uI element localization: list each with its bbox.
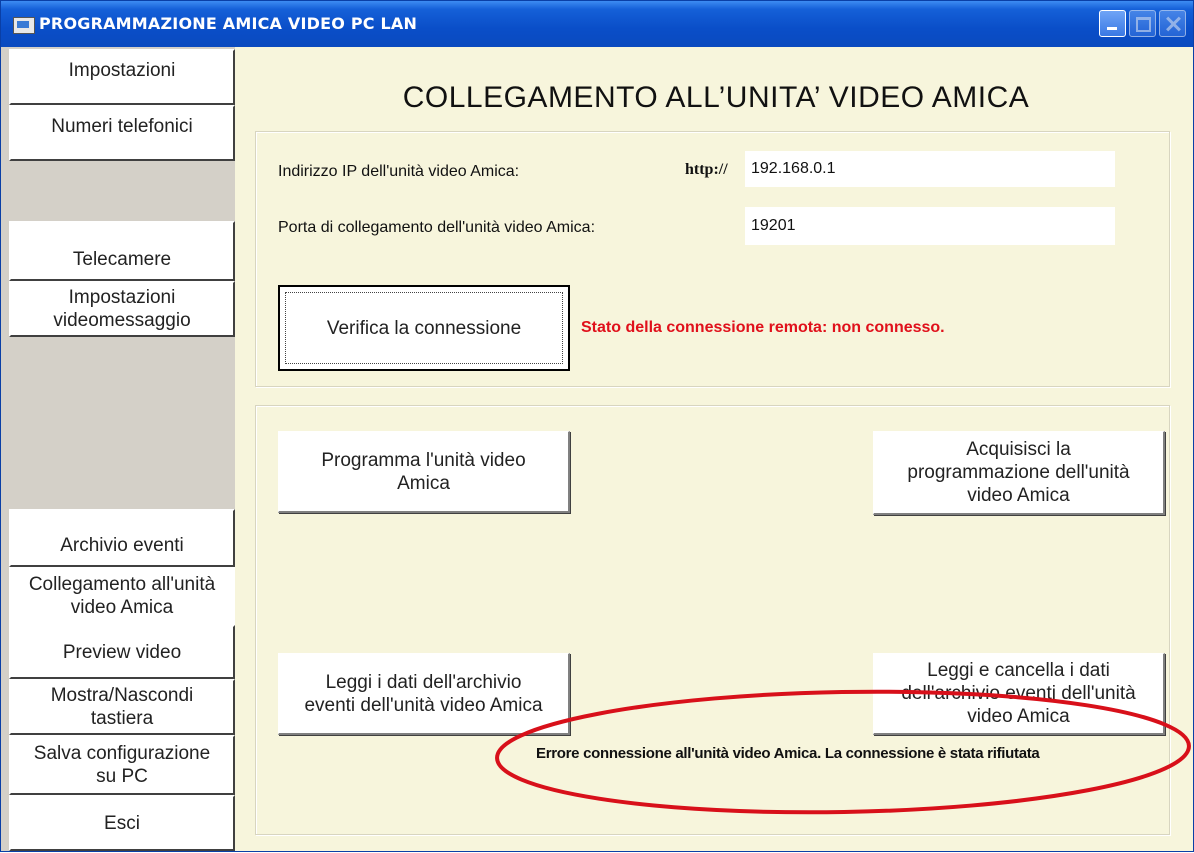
sidebar-item-label: Preview video	[62, 641, 182, 663]
sidebar-item-label: Impostazioni videomessaggio	[53, 287, 191, 331]
application-window: PROGRAMMAZIONE AMICA VIDEO PC LAN Impost…	[0, 0, 1194, 852]
sidebar-item-label: Collegamento all'unità video Amica	[28, 574, 216, 618]
page-title: COLLEGAMENTO ALL’UNITA’ VIDEO AMICA	[402, 81, 1030, 114]
acquire-programming-button[interactable]: Acquisisci la programmazione dell'unità …	[873, 431, 1165, 515]
http-prefix-label: http://	[685, 161, 728, 178]
verify-connection-button[interactable]: Verifica la connessione	[278, 285, 570, 371]
port-input[interactable]	[745, 207, 1115, 245]
port-label: Porta di collegamento dell'unità video A…	[278, 219, 596, 236]
close-icon[interactable]	[1159, 10, 1186, 37]
sidebar-item-label: Impostazioni	[68, 60, 176, 81]
ip-address-input[interactable]	[745, 151, 1115, 187]
sidebar-item-label: Esci	[104, 812, 140, 834]
connection-status-text: Stato della connessione remota: non conn…	[581, 319, 945, 336]
app-icon	[13, 17, 35, 34]
sidebar-item-label: Numeri telefonici	[51, 116, 193, 137]
title-bar[interactable]: PROGRAMMAZIONE AMICA VIDEO PC LAN	[1, 1, 1193, 47]
read-archive-button[interactable]: Leggi i dati dell'archivio eventi dell'u…	[278, 653, 570, 735]
sidebar-item-preview-video[interactable]: Preview video	[9, 625, 235, 679]
sidebar-item-label: Telecamere	[72, 249, 172, 270]
sidebar-item-impostazioni[interactable]: Impostazioni	[9, 49, 235, 105]
window-title: PROGRAMMAZIONE AMICA VIDEO PC LAN	[39, 14, 418, 33]
sidebar-item-label: Archivio eventi	[60, 535, 184, 556]
sidebar-item-telecamere[interactable]: Telecamere	[9, 221, 235, 281]
sidebar-item-label: Salva configurazione su PC	[33, 743, 211, 787]
connection-error-message: Errore connessione all'unità video Amica…	[536, 745, 1040, 762]
sidebar-item-esci[interactable]: Esci	[9, 795, 235, 851]
sidebar-item-numeri-telefonici[interactable]: Numeri telefonici	[9, 105, 235, 161]
sidebar-item-label: Mostra/Nascondi tastiera	[50, 685, 194, 729]
maximize-icon[interactable]	[1129, 10, 1156, 37]
program-unit-button[interactable]: Programma l'unità video Amica	[278, 431, 570, 513]
sidebar-item-salva-configurazione[interactable]: Salva configurazione su PC	[9, 735, 235, 795]
sidebar-item-impostazioni-videomessaggio[interactable]: Impostazioni videomessaggio	[9, 281, 235, 337]
sidebar-item-collegamento[interactable]: Collegamento all'unità video Amica	[9, 567, 235, 625]
sidebar: Impostazioni Numeri telefonici Telecamer…	[1, 47, 235, 851]
ip-address-label: Indirizzo IP dell'unità video Amica:	[278, 163, 520, 180]
sidebar-item-mostra-nascondi-tastiera[interactable]: Mostra/Nascondi tastiera	[9, 679, 235, 735]
sidebar-item-archivio-eventi[interactable]: Archivio eventi	[9, 509, 235, 567]
minimize-icon[interactable]	[1099, 10, 1126, 37]
read-delete-archive-button[interactable]: Leggi e cancella i dati dell'archivio ev…	[873, 653, 1165, 735]
